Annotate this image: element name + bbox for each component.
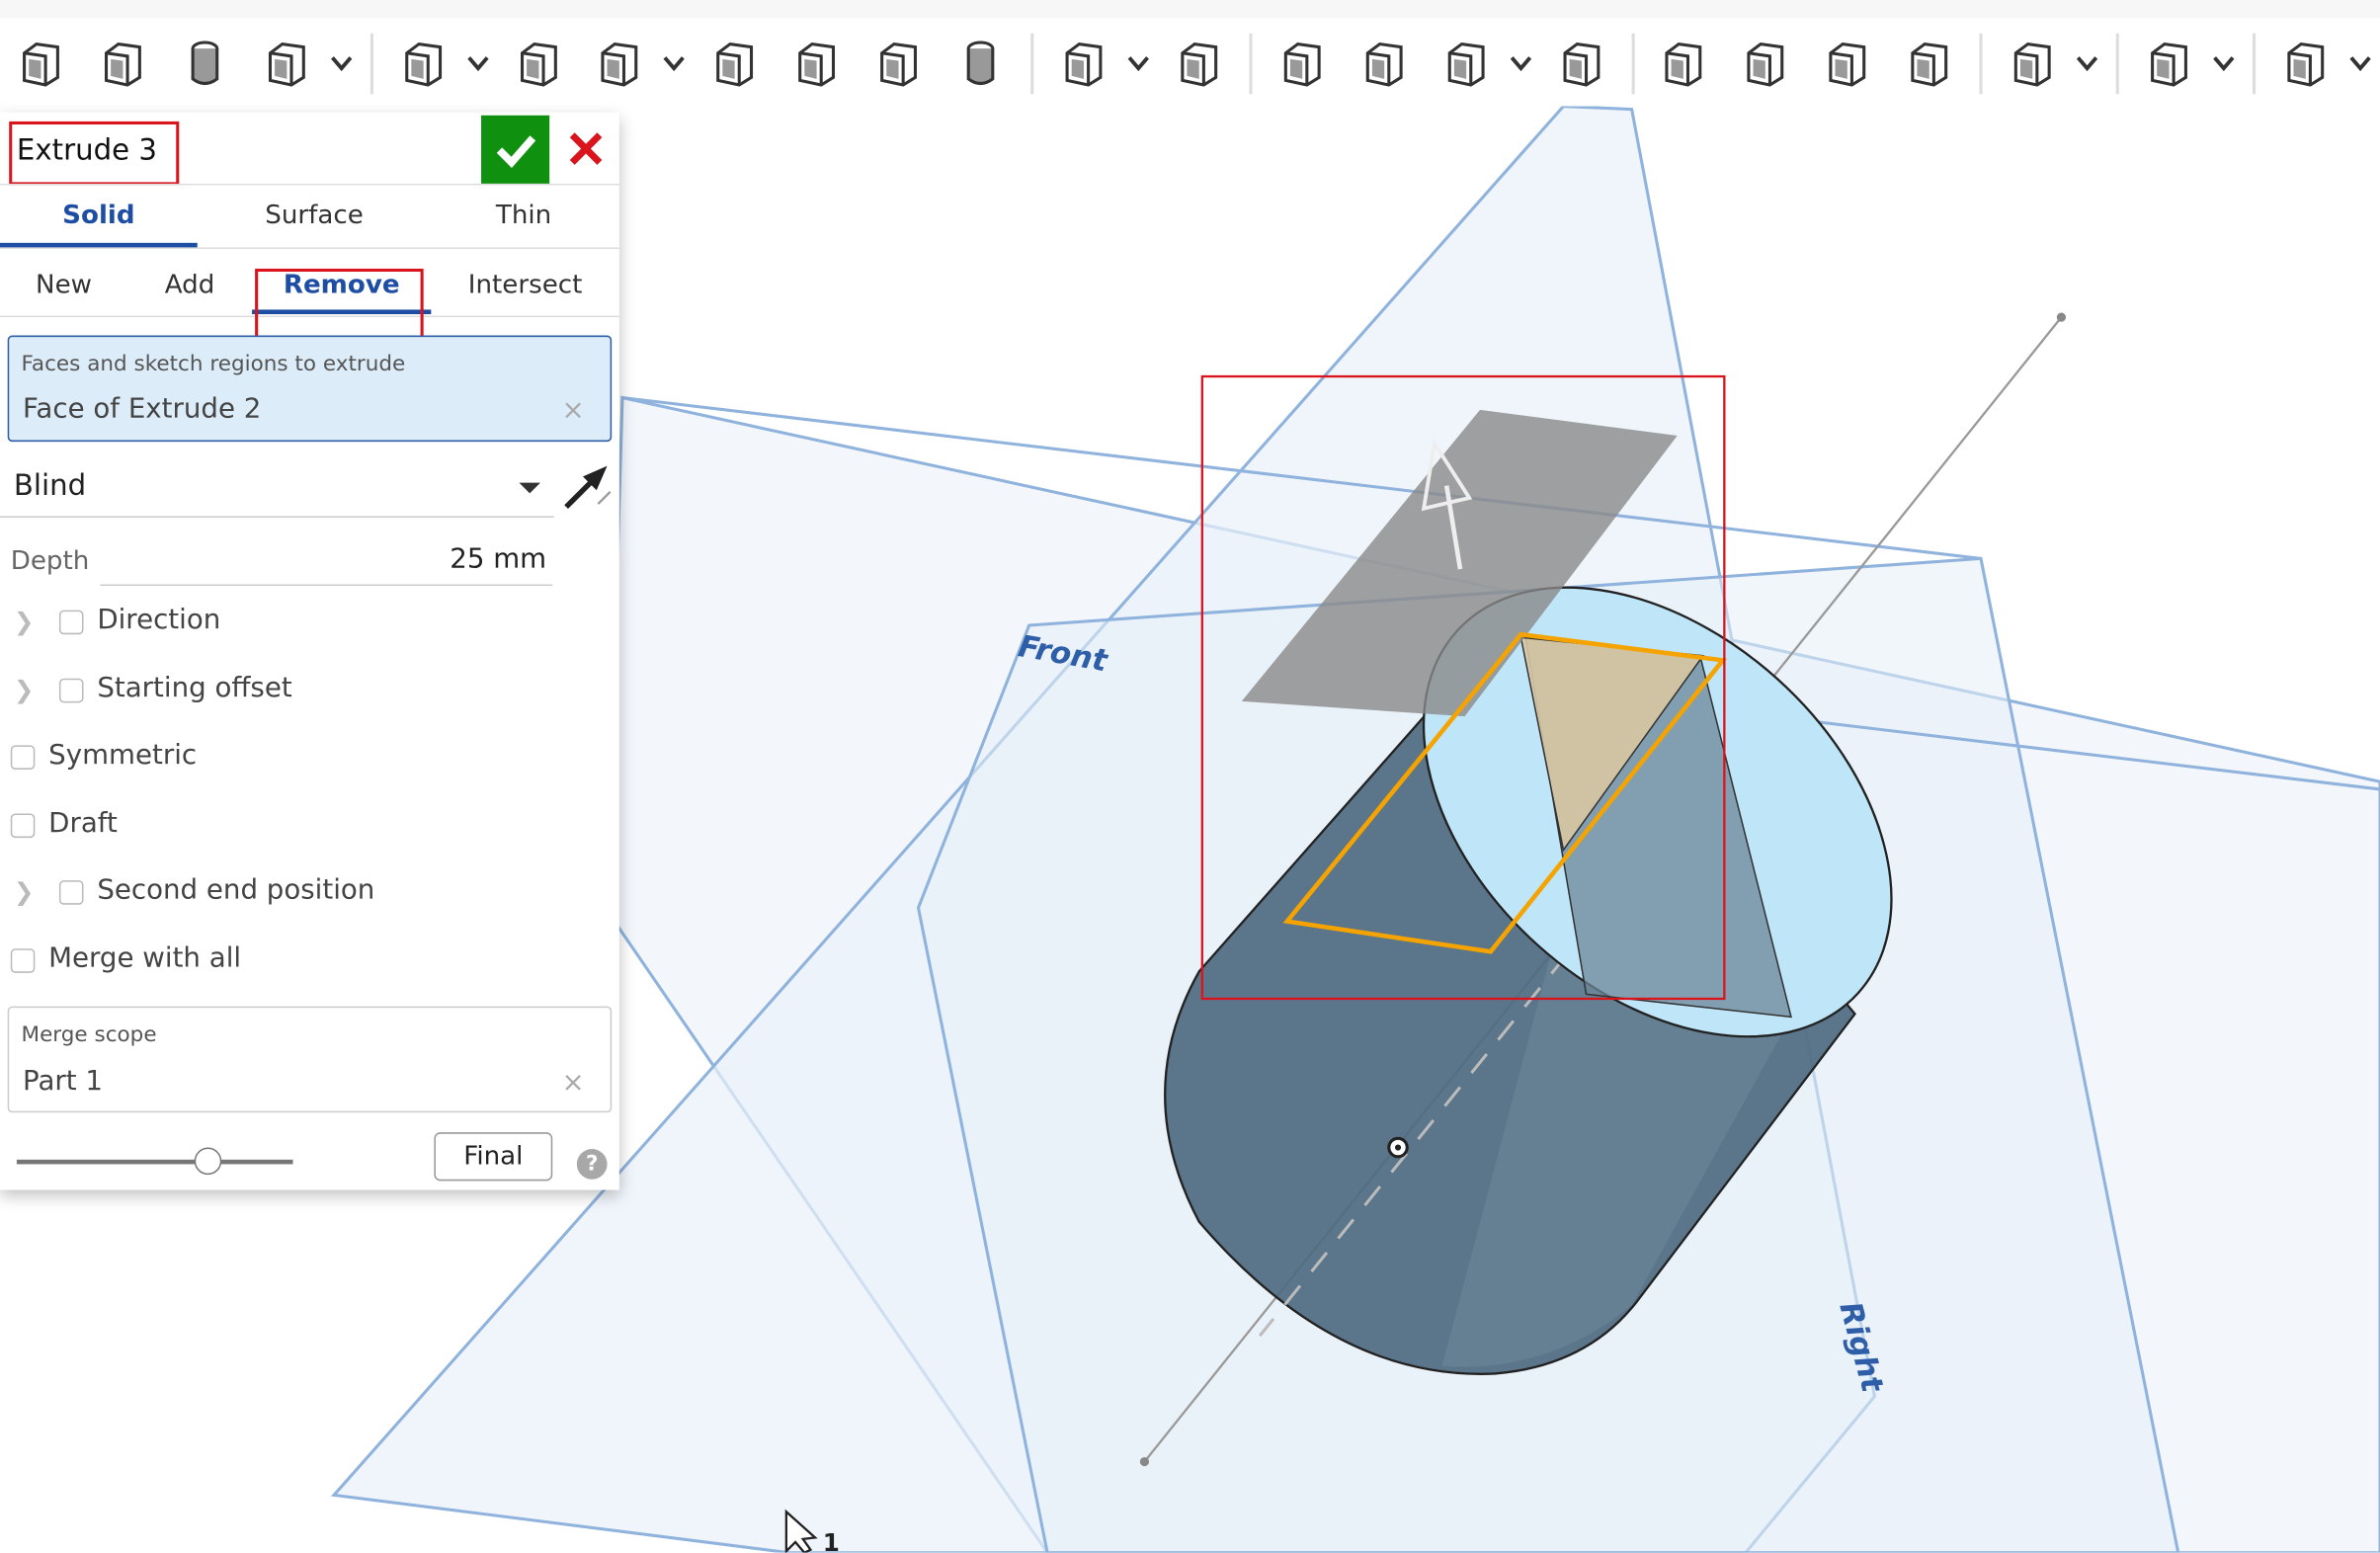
pattern-icon[interactable] [1050,31,1116,98]
depth-input[interactable]: 25 mm [349,543,546,575]
toolbar-separator [2252,33,2257,95]
chamfer-icon[interactable] [505,31,571,98]
plane-icon[interactable] [2000,31,2066,98]
rib-icon[interactable] [701,31,768,98]
boolean-icon[interactable] [1269,31,1335,98]
second-end-position-checkbox[interactable] [58,880,84,905]
operation-intersect[interactable]: Intersect [450,270,602,300]
replace-face-icon[interactable] [1896,31,1962,98]
cancel-button[interactable] [565,127,608,170]
operation-new[interactable]: New [15,270,112,300]
hole-icon[interactable] [865,31,932,98]
top-strip [0,0,2380,19]
annotation-highlight-box [255,268,424,345]
draft-checkbox[interactable] [10,812,36,838]
feature-name-field[interactable]: Extrude 3 [9,121,180,186]
faces-selection-field[interactable]: Faces and sketch regions to extrude Face… [7,335,613,443]
dropdown-arrow-icon[interactable] [519,482,540,494]
fillet-icon[interactable] [389,31,455,98]
sweep-icon[interactable] [90,31,156,98]
chevron-down-icon[interactable] [463,31,491,98]
faces-field-label: Faces and sketch regions to extrude [21,352,406,377]
axis-endpoint[interactable] [2056,312,2067,322]
frame-icon[interactable] [2272,31,2339,98]
modify-fillet-icon[interactable] [1651,31,1717,98]
tab-thin[interactable]: Thin [428,201,619,231]
loft-icon[interactable] [171,31,237,98]
chevron-down-icon[interactable] [661,31,689,98]
toolbar-separator [1249,33,1253,95]
starting-offset-checkbox[interactable] [58,678,84,702]
divider [0,247,619,249]
symmetric-label: Symmetric [48,739,198,772]
expand-chevron-icon[interactable]: ❯ [14,675,35,703]
tab-surface[interactable]: Surface [215,201,413,231]
sheet-metal-icon[interactable] [2136,31,2202,98]
toolbar-separator [1979,33,1983,95]
merge-with-all-label: Merge with all [48,941,242,974]
depth-underline [100,584,553,587]
slider-thumb[interactable] [194,1147,221,1176]
thicken-icon[interactable] [253,31,319,98]
onshape-part-studio: Front Right 1 Extrude 3 Solid Surface Th… [0,0,2380,1553]
direction-label: Direction [97,604,221,636]
delete-part-icon[interactable] [1548,31,1614,98]
toolbar-separator [2115,33,2119,95]
starting-offset-label: Starting offset [97,671,292,704]
merge-scope-field[interactable]: Merge scope Part 1 × [7,1006,613,1113]
divider [0,183,619,186]
end-type-dropdown[interactable]: Blind [14,469,86,503]
clear-merge-scope-icon[interactable]: × [561,1067,584,1099]
shell-icon[interactable] [783,31,850,98]
split-icon[interactable] [1351,31,1417,98]
draft-icon[interactable] [587,31,653,98]
faces-field-value: Face of Extrude 2 [23,392,262,426]
extrude-feature-dialog: Extrude 3 Solid Surface Thin New Add Rem… [0,112,619,1190]
second-end-position-label: Second end position [97,873,375,907]
move-face-icon[interactable] [1815,31,1881,98]
chevron-down-icon[interactable] [327,31,355,98]
chevron-down-icon[interactable] [2346,31,2374,98]
cursor-badge: 1 [823,1528,840,1553]
check-icon [495,134,535,168]
delete-face-icon[interactable] [1733,31,1799,98]
feature-toolbar [0,21,2380,107]
direction-checkbox[interactable] [58,610,84,635]
expand-chevron-icon[interactable]: ❯ [14,877,35,906]
depth-label: Depth [10,546,90,577]
merge-with-all-checkbox[interactable] [10,947,36,973]
clear-selection-icon[interactable]: × [561,394,584,426]
help-icon[interactable]: ? [576,1149,608,1180]
symmetric-checkbox[interactable] [10,745,36,770]
thread-icon[interactable] [947,31,1014,98]
confirm-button[interactable] [481,115,550,184]
flip-direction-icon[interactable] [561,461,613,513]
merge-scope-value: Part 1 [23,1065,104,1098]
final-button[interactable]: Final [434,1132,553,1182]
draft-label: Draft [48,806,118,839]
origin-dot [1394,1144,1402,1151]
chevron-down-icon[interactable] [1507,31,1534,98]
axis-endpoint[interactable] [1139,1456,1150,1467]
divider [0,516,554,518]
revolve-icon[interactable] [8,31,74,98]
close-icon [569,132,603,165]
chevron-down-icon[interactable] [2210,31,2238,98]
chevron-down-icon[interactable] [1124,31,1152,98]
toolbar-separator [369,33,373,95]
rollback-slider[interactable] [16,1147,293,1190]
expand-chevron-icon[interactable]: ❯ [14,608,35,636]
tab-solid[interactable]: Solid [0,201,198,231]
operation-add[interactable]: Add [144,270,235,300]
chevron-down-icon[interactable] [2074,31,2101,98]
transform-icon[interactable] [1433,31,1499,98]
toolbar-separator [1630,33,1634,95]
toolbar-separator [1030,33,1034,95]
mirror-icon[interactable] [1166,31,1232,98]
merge-scope-label: Merge scope [21,1022,157,1048]
slider-track [16,1159,293,1165]
